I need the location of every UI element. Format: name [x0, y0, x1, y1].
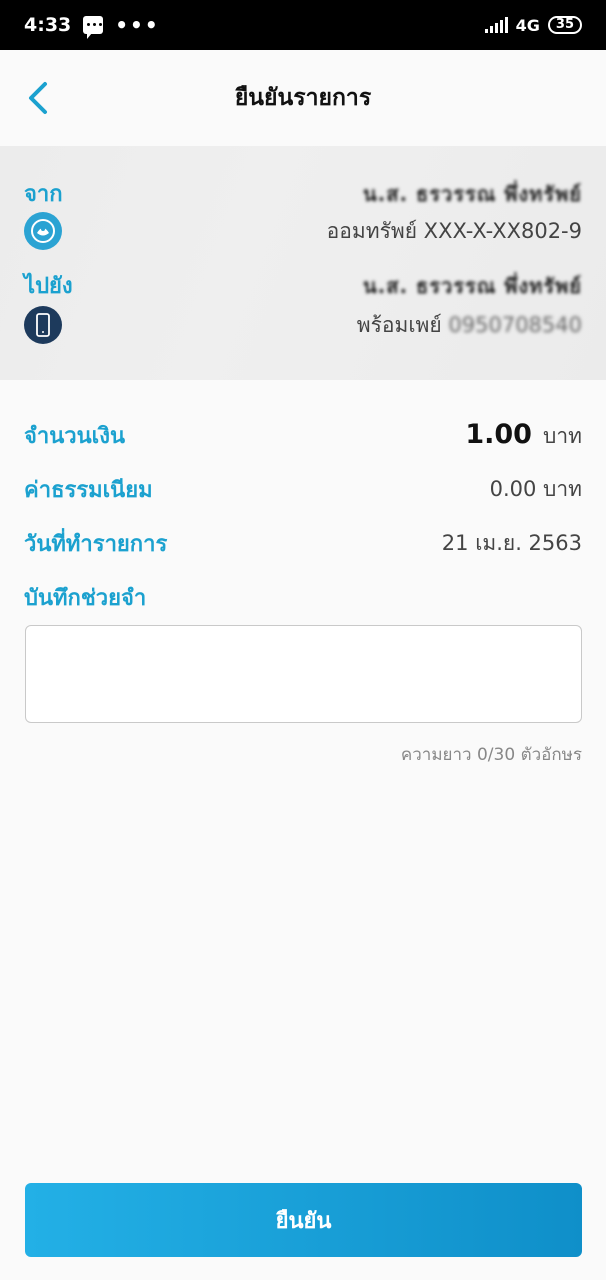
amount-label: จำนวนเงิน	[24, 424, 125, 449]
to-account: พร้อมเพย์ 0950708540	[357, 309, 582, 342]
kbank-logo-icon	[24, 212, 62, 250]
to-name: น.ส. ธรวรรณ พึ่งทรัพย์	[363, 273, 582, 298]
date-label: วันที่ทำรายการ	[24, 532, 168, 557]
fee-value: 0.00 บาท	[489, 477, 582, 501]
status-left: 4:33 •••	[24, 13, 160, 39]
page-title: ยืนยันรายการ	[234, 85, 372, 111]
memo-label: บันทึกช่วยจำ	[24, 586, 147, 611]
promptpay-label: พร้อมเพย์	[356, 312, 442, 337]
confirm-button[interactable]: ยืนยัน	[25, 1183, 582, 1257]
signal-icon	[484, 17, 508, 33]
from-account-row: ออมทรัพย์ XXX-X-XX802-9	[24, 212, 582, 250]
fee-row: ค่าธรรมเนียม 0.00 บาท	[24, 472, 582, 507]
status-bar: 4:33 ••• 4G 35	[0, 0, 606, 50]
promptpay-number: 0950708540	[448, 312, 582, 337]
header: ยืนยันรายการ	[0, 50, 606, 146]
more-notifications-icon: •••	[115, 13, 160, 37]
status-time: 4:33	[24, 14, 72, 36]
amount-unit: บาท	[543, 423, 582, 448]
amount-row: จำนวนเงิน 1.00 บาท	[24, 418, 582, 453]
memo-input[interactable]	[25, 625, 582, 723]
message-icon	[83, 16, 104, 39]
from-row: จาก น.ส. ธรวรรณ พึ่งทรัพย์	[24, 176, 582, 211]
memo-label-row: บันทึกช่วยจำ	[24, 580, 582, 615]
chevron-left-icon	[29, 82, 47, 114]
battery-icon: 35	[547, 16, 582, 34]
from-label: จาก	[24, 182, 63, 207]
status-right: 4G 35	[484, 15, 582, 35]
amount-value: 1.00	[465, 418, 532, 450]
to-account-row: พร้อมเพย์ 0950708540	[24, 306, 582, 344]
fee-label: ค่าธรรมเนียม	[24, 478, 153, 503]
network-type: 4G	[515, 15, 540, 35]
from-name: น.ส. ธรวรรณ พึ่งทรัพย์	[363, 181, 582, 206]
to-row: ไปยัง น.ส. ธรวรรณ พึ่งทรัพย์	[24, 268, 582, 303]
memo-char-count: ความยาว 0/30 ตัวอักษร	[400, 745, 582, 765]
from-account: ออมทรัพย์ XXX-X-XX802-9	[326, 218, 582, 243]
to-label: ไปยัง	[24, 274, 73, 299]
date-value: 21 เม.ย. 2563	[441, 531, 582, 555]
amount-value-group: 1.00 บาท	[465, 419, 582, 453]
transfer-panel: จาก น.ส. ธรวรรณ พึ่งทรัพย์ ออมทรัพย์ XXX…	[0, 146, 606, 380]
date-row: วันที่ทำรายการ 21 เม.ย. 2563	[24, 526, 582, 561]
mobile-phone-icon	[24, 306, 62, 344]
back-button[interactable]	[18, 76, 58, 120]
